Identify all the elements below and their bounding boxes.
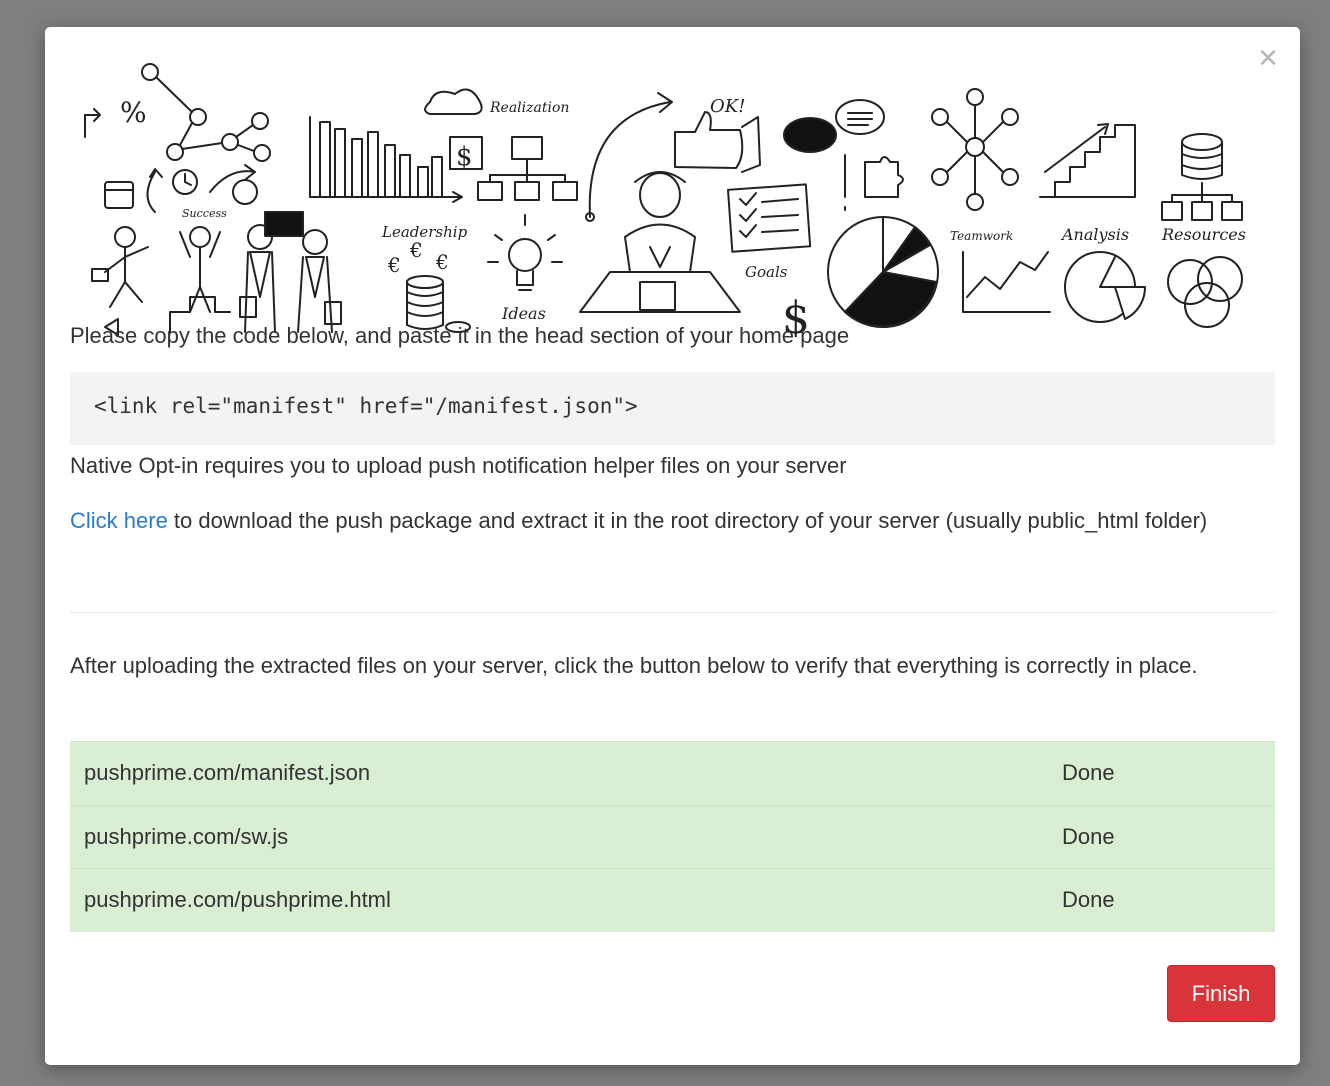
verify-instruction: After uploading the extracted files on y… xyxy=(70,653,1198,678)
download-link[interactable]: Click here xyxy=(70,508,168,533)
svg-text:Realization: Realization xyxy=(489,100,569,116)
businessman-doodle xyxy=(579,92,741,313)
table-row: pushprime.com/manifest.json Done xyxy=(70,741,1275,805)
svg-text:€: € xyxy=(435,250,449,274)
close-icon[interactable]: × xyxy=(1258,41,1278,75)
file-status: Done xyxy=(1062,887,1115,913)
file-url: pushprime.com/manifest.json xyxy=(84,760,371,786)
file-status: Done xyxy=(1062,823,1115,849)
svg-text:Resources: Resources xyxy=(1161,225,1246,244)
file-url: pushprime.com/sw.js xyxy=(84,823,289,849)
finish-button[interactable]: Finish xyxy=(1167,965,1275,1022)
svg-text:%: % xyxy=(120,96,147,129)
svg-text:Teamwork: Teamwork xyxy=(950,229,1013,243)
coins-doodle: Leadership € € € xyxy=(381,223,471,333)
network-nodes-doodle: % xyxy=(84,63,271,209)
resources-doodle: Resources xyxy=(1161,133,1246,328)
lightbulb-doodle: Ideas xyxy=(487,214,563,323)
table-row: pushprime.com/sw.js Done xyxy=(70,804,1275,868)
thumbs-up-doodle: OK! xyxy=(674,96,761,173)
people-doodles: Success xyxy=(91,168,342,336)
bar-chart-doodle: $ xyxy=(309,88,483,203)
svg-text:Goals: Goals xyxy=(745,263,788,281)
table-row: pushprime.com/pushprime.html Done xyxy=(70,868,1275,932)
org-chart-doodle: Realization xyxy=(477,100,578,201)
download-instruction: Click here to download the push package … xyxy=(70,502,1275,540)
svg-text:€: € xyxy=(409,238,423,262)
instruction-text: Please copy the code below, and paste it… xyxy=(70,323,850,348)
native-optin-text: Native Opt-in requires you to upload pus… xyxy=(70,453,847,478)
svg-text:Success: Success xyxy=(182,207,227,220)
setup-modal: × % Success $ Realization Leadership € €… xyxy=(45,27,1300,1065)
download-text: to download the push package and extract… xyxy=(167,508,1208,533)
speech-bubbles-doodle xyxy=(783,99,904,211)
file-url: pushprime.com/pushprime.html xyxy=(84,887,391,913)
business-doodle-banner: % Success $ Realization Leadership € € €… xyxy=(70,57,1250,344)
svg-text:€: € xyxy=(387,253,401,277)
svg-text:$: $ xyxy=(456,142,473,172)
manifest-code-snippet[interactable]: <link rel="manifest" href="/manifest.jso… xyxy=(70,372,1275,445)
teamwork-doodle: Teamwork xyxy=(931,88,1051,313)
pie-chart-doodle xyxy=(827,216,939,328)
stairs-doodle: Analysis xyxy=(1039,123,1147,323)
divider xyxy=(70,612,1275,613)
svg-text:Analysis: Analysis xyxy=(1060,225,1129,244)
svg-text:Leadership: Leadership xyxy=(381,223,468,241)
svg-text:OK!: OK! xyxy=(710,96,745,117)
file-verification-table: pushprime.com/manifest.json Done pushpri… xyxy=(70,741,1275,932)
checklist-doodle: Goals $ xyxy=(727,183,812,344)
file-status: Done xyxy=(1062,760,1115,786)
